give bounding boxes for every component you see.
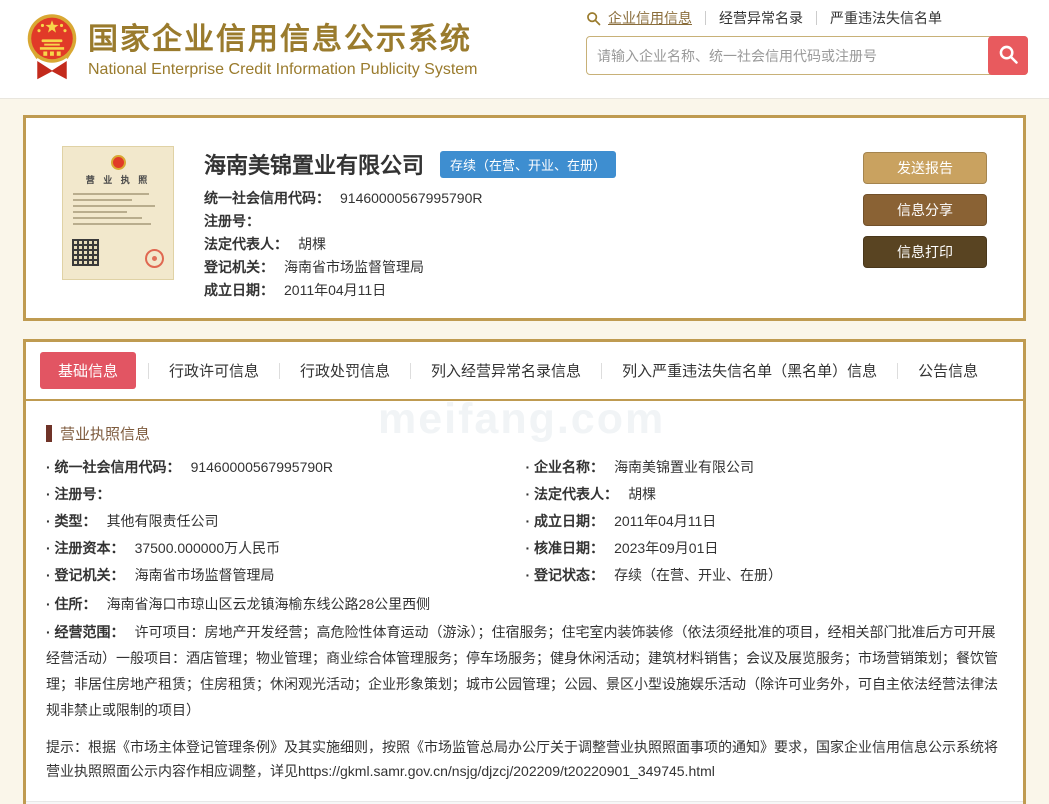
search-block: 企业信用信息 经营异常名录 严重违法失信名单 bbox=[586, 9, 1028, 75]
section-bar-icon bbox=[46, 425, 52, 442]
send-report-button[interactable]: 发送报告 bbox=[863, 152, 987, 184]
summary-row-registry-authority: 登记机关： 海南省市场监督管理局 bbox=[204, 259, 424, 275]
share-info-button[interactable]: 信息分享 bbox=[863, 194, 987, 226]
search-input[interactable] bbox=[586, 36, 1028, 75]
company-summary-card: 营 业 执 照 海南美锦置业有限公司 存续（在营、开业、在册） 统一社会信用代码… bbox=[23, 115, 1026, 321]
section-heading: 营业执照信息 bbox=[46, 423, 1005, 444]
license-left-column: · 统一社会信用代码： 91460000567995790R · 注册号： · 类… bbox=[46, 454, 526, 589]
divider bbox=[601, 362, 603, 379]
field-registration-no: · 注册号： bbox=[46, 486, 111, 502]
tab-blacklist[interactable]: 列入严重违法失信名单（黑名单）信息 bbox=[614, 353, 885, 388]
search-button[interactable] bbox=[988, 36, 1028, 75]
detail-card: 基础信息 行政许可信息 行政处罚信息 列入经营异常名录信息 列入严重违法失信名单… bbox=[23, 339, 1026, 804]
divider bbox=[410, 362, 412, 379]
summary-row-credit-code: 统一社会信用代码： 91460000567995790R bbox=[204, 190, 483, 206]
business-license-thumbnail[interactable]: 营 业 执 照 bbox=[62, 146, 174, 280]
national-emblem-icon bbox=[26, 9, 78, 92]
field-registered-capital: · 注册资本： 37500.000000万人民币 bbox=[46, 540, 281, 556]
detail-tabbar: 基础信息 行政许可信息 行政处罚信息 列入经营异常名录信息 列入严重违法失信名单… bbox=[26, 342, 1023, 401]
summary-row-legal-rep: 法定代表人： 胡棵 bbox=[204, 236, 326, 252]
license-emblem-icon bbox=[110, 155, 126, 170]
tab-abnormal-list[interactable]: 列入经营异常名录信息 bbox=[423, 353, 589, 388]
site-header: 国家企业信用信息公示系统 National Enterprise Credit … bbox=[0, 0, 1049, 99]
search-tab-serious-violations[interactable]: 严重违法失信名单 bbox=[830, 8, 942, 28]
license-red-seal-icon bbox=[145, 249, 164, 268]
field-registry-authority: · 登记机关： 海南省市场监督管理局 bbox=[46, 567, 275, 583]
summary-row-registration-no: 注册号： bbox=[204, 213, 260, 229]
field-legal-rep: · 法定代表人： 胡棵 bbox=[525, 486, 657, 502]
field-company-type: · 类型： 其他有限责任公司 bbox=[46, 513, 219, 529]
tab-admin-license[interactable]: 行政许可信息 bbox=[161, 353, 267, 388]
field-credit-code: · 统一社会信用代码： 91460000567995790R bbox=[46, 459, 334, 475]
search-tab-enterprise-credit[interactable]: 企业信用信息 bbox=[608, 8, 692, 28]
tab-basic-info[interactable]: 基础信息 bbox=[40, 352, 137, 389]
divider bbox=[705, 11, 706, 25]
tab-announcements[interactable]: 公告信息 bbox=[910, 353, 986, 388]
page-title: 国家企业信用信息公示系统 bbox=[88, 23, 472, 56]
divider bbox=[897, 362, 899, 379]
divider bbox=[816, 11, 817, 25]
field-address: · 住所： 海南省海口市琼山区云龙镇海榆东线公路28公里西侧 bbox=[46, 596, 431, 612]
divider bbox=[148, 362, 150, 379]
field-establish-date: · 成立日期： 2011年04月11日 bbox=[525, 513, 717, 529]
page-subtitle: National Enterprise Credit Information P… bbox=[88, 61, 478, 78]
field-approval-date: · 核准日期： 2023年09月01日 bbox=[525, 540, 719, 556]
divider bbox=[279, 362, 281, 379]
notice-paragraph: 提示：根据《市场主体登记管理条例》及其实施细则，按照《市场监管总局办公厅关于调整… bbox=[46, 739, 998, 779]
license-thumb-textlines bbox=[69, 193, 167, 225]
field-registration-status: · 登记状态： 存续（在营、开业、在册） bbox=[525, 567, 783, 583]
field-company-name: · 企业名称： 海南美锦置业有限公司 bbox=[525, 459, 755, 475]
license-thumb-title: 营 业 执 照 bbox=[85, 175, 151, 185]
tab-admin-penalty[interactable]: 行政处罚信息 bbox=[292, 353, 398, 388]
license-right-column: · 企业名称： 海南美锦置业有限公司 · 法定代表人： 胡棵 · 成立日期： 2011… bbox=[526, 454, 1006, 589]
search-icon bbox=[998, 44, 1019, 68]
field-business-scope: · 经营范围： 许可项目：房地产开发经营；高危险性体育运动（游泳）；住宿服务；住宅… bbox=[46, 624, 998, 718]
search-icon bbox=[586, 11, 601, 26]
company-name: 海南美锦置业有限公司 bbox=[204, 153, 425, 178]
search-tab-abnormal-operations[interactable]: 经营异常名录 bbox=[719, 8, 803, 28]
summary-row-establish-date: 成立日期： 2011年04月11日 bbox=[204, 282, 387, 298]
license-qr-code bbox=[72, 239, 99, 266]
status-badge: 存续（在营、开业、在册） bbox=[440, 150, 617, 178]
print-info-button[interactable]: 信息打印 bbox=[863, 236, 987, 268]
